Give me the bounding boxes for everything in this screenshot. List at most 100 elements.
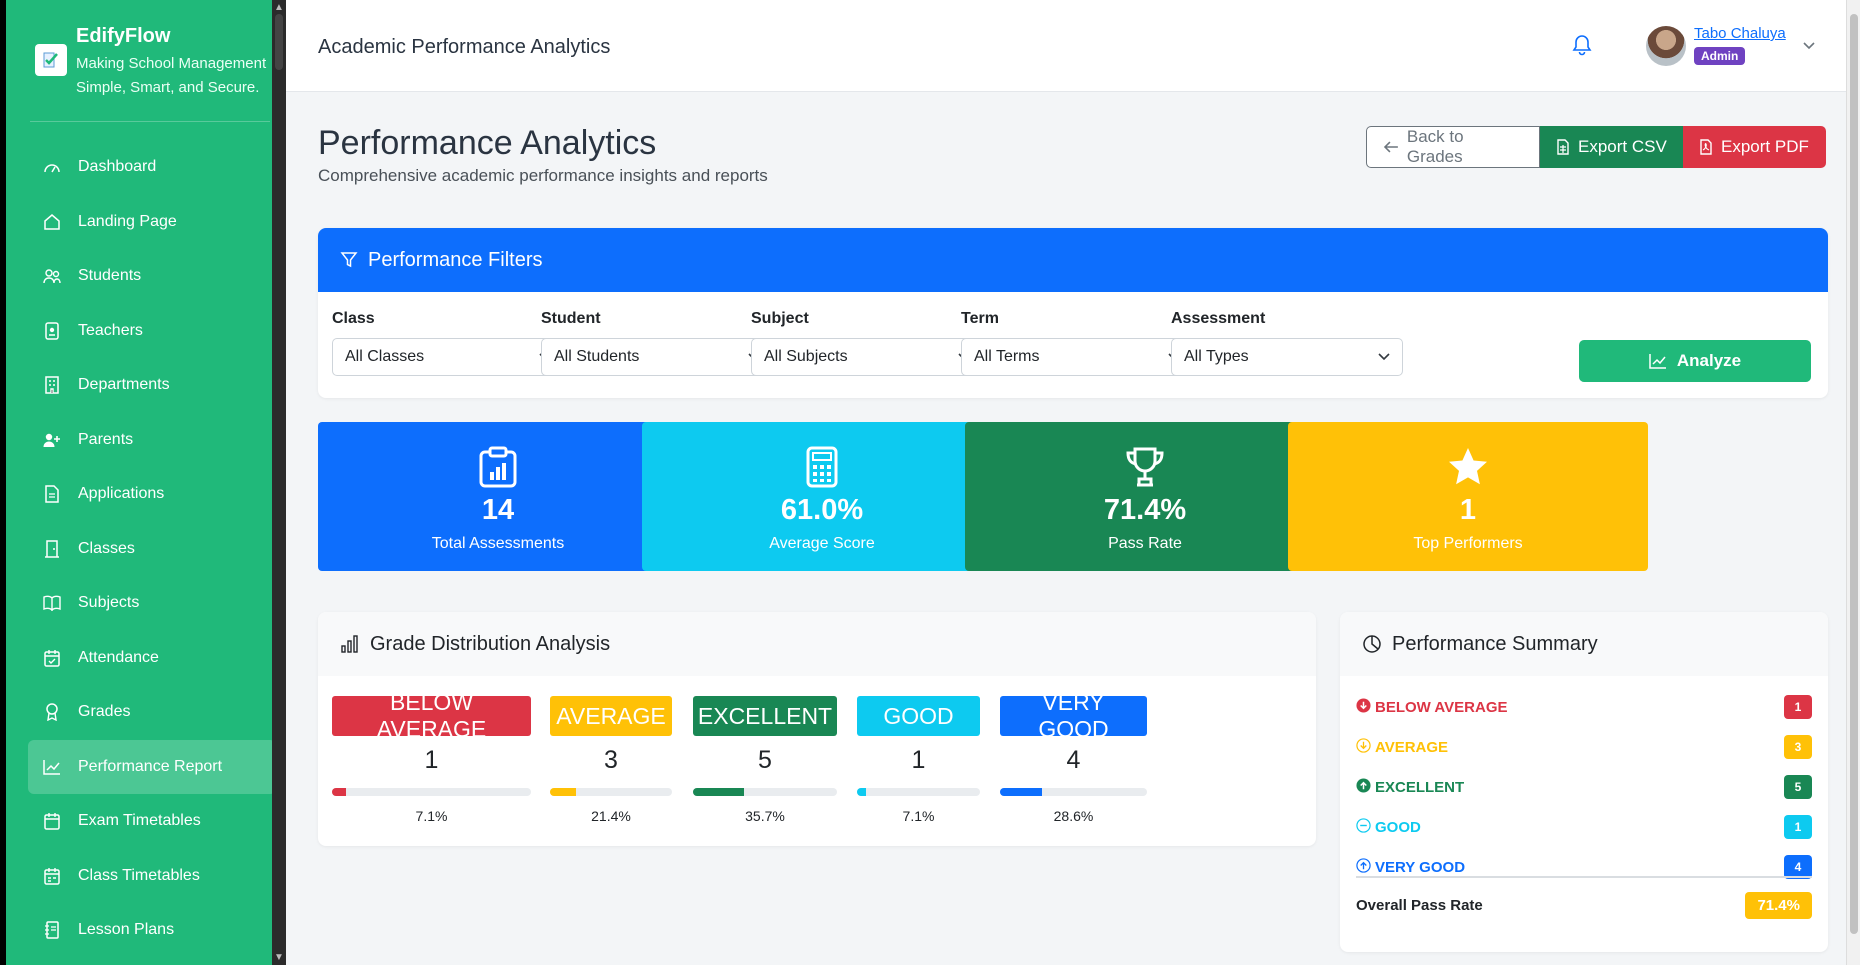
grade-percentage: 21.4% [591, 808, 631, 824]
arrow-up-circle-icon [1356, 777, 1375, 797]
grade-count: 4 [1066, 746, 1081, 774]
bell-icon[interactable] [1572, 34, 1592, 61]
summary-row-label: BELOW AVERAGE [1375, 698, 1508, 716]
summary-row-average: AVERAGE 3 [1356, 734, 1812, 760]
sidebar-item-teachers[interactable]: Teachers [28, 304, 276, 359]
sidebar-item-label: Performance Report [78, 757, 223, 775]
book-icon [42, 593, 62, 613]
user-plus-icon [42, 430, 62, 450]
overall-pass-rate-label: Overall Pass Rate [1356, 897, 1483, 914]
user-name-link[interactable]: Tabo Chaluya [1694, 25, 1786, 42]
filters-heading: Performance Filters [368, 248, 543, 271]
sidebar-item-parents[interactable]: Parents [28, 413, 276, 468]
grade-count: 3 [604, 746, 618, 774]
grade-progress-fill [332, 788, 347, 796]
class-select[interactable]: All Classes [332, 338, 564, 376]
summary-row-count: 1 [1784, 815, 1812, 839]
export-csv-button[interactable]: Export CSV [1540, 126, 1683, 168]
award-icon [42, 702, 62, 722]
student-select-value: All Students [554, 348, 640, 365]
subject-select-value: All Subjects [764, 348, 848, 365]
analyze-label: Analyze [1676, 351, 1742, 370]
sidebar-item-grades[interactable]: Grades [28, 685, 276, 740]
sidebar-item-attendance[interactable]: Attendance [28, 631, 276, 686]
summary-row-count: 5 [1784, 775, 1812, 799]
grade-percentage: 7.1% [902, 808, 935, 824]
avatar[interactable] [1646, 26, 1686, 66]
sidebar-item-label: Dashboard [78, 158, 157, 176]
analyze-button[interactable]: Analyze [1579, 340, 1811, 382]
stat-label: Pass Rate [1108, 535, 1182, 552]
student-filter-label: Student [541, 310, 601, 327]
sidebar-item-exam-timetables[interactable]: Exam Timetables [28, 794, 276, 849]
assessment-select[interactable]: All Types [1171, 338, 1403, 376]
subject-select[interactable]: All Subjects [751, 338, 983, 376]
page-scrollbar[interactable] [1846, 0, 1860, 965]
student-select[interactable]: All Students [541, 338, 773, 376]
summary-row-label: EXCELLENT [1375, 778, 1465, 796]
grade-percentage: 7.1% [415, 808, 448, 824]
back-to-grades-button[interactable]: Back to Grades [1366, 126, 1540, 168]
sidebar-item-dashboard[interactable]: Dashboard [28, 140, 276, 195]
stat-label: Total Assessments [431, 535, 565, 552]
calculator-icon [642, 446, 1002, 488]
sidebar-item-departments[interactable]: Departments [28, 358, 276, 413]
export-pdf-button[interactable]: Export PDF [1683, 126, 1826, 168]
sidebar-item-label: Lesson Plans [78, 921, 175, 939]
bar-chart-icon [341, 635, 358, 653]
grade-progress-fill [550, 788, 577, 796]
overall-pass-rate: Overall Pass Rate 71.4% [1356, 892, 1812, 919]
subject-filter-label: Subject [751, 310, 809, 327]
back-button-label: Back to Grades [1406, 127, 1464, 166]
page-subtitle: Comprehensive academic performance insig… [318, 166, 768, 185]
sidebar-item-label: Grades [78, 703, 131, 721]
grade-distribution-card: Grade Distribution Analysis BELOW AVERAG… [318, 612, 1316, 846]
class-filter: Class All Classes [332, 310, 564, 376]
scroll-up-icon[interactable]: ▲ [274, 2, 284, 13]
scroll-thumb[interactable] [275, 14, 283, 70]
chevron-down-icon[interactable] [1802, 38, 1816, 56]
sidebar-item-students[interactable]: Students [28, 249, 276, 304]
stat-label: Top Performers [1413, 535, 1523, 552]
sidebar-item-label: Applications [78, 485, 165, 503]
sidebar-item-subjects[interactable]: Subjects [28, 576, 276, 631]
stat-value: 1 [1459, 494, 1477, 526]
sidebar-item-performance-report[interactable]: Performance Report [28, 739, 276, 794]
term-select[interactable]: All Terms [961, 338, 1193, 376]
sidebar-scrollbar[interactable]: ▲ ▼ [272, 0, 286, 965]
id-badge-icon [42, 321, 62, 341]
summary-row-count: 1 [1784, 695, 1812, 719]
sidebar-item-class-timetables[interactable]: Class Timetables [28, 849, 276, 904]
sidebar-item-lesson-plans[interactable]: Lesson Plans [28, 903, 276, 958]
export-pdf-label: Export PDF [1721, 137, 1809, 156]
grade-distribution-heading: Grade Distribution Analysis [370, 632, 611, 655]
summary-row-below-average: BELOW AVERAGE 1 [1356, 694, 1812, 720]
summary-row-label: AVERAGE [1375, 738, 1449, 756]
chart-line-icon [1649, 354, 1666, 369]
sidebar-item-applications[interactable]: Applications [28, 467, 276, 522]
term-select-value: All Terms [974, 348, 1040, 365]
stat-card-top-performers: 1 Top Performers [1288, 422, 1648, 571]
grade-progress-fill [693, 788, 745, 796]
stat-value: 71.4% [1103, 494, 1187, 526]
divider [1356, 876, 1812, 878]
stat-card-average-score: 61.0% Average Score [642, 422, 1002, 571]
arrow-down-circle-outline-icon [1356, 737, 1375, 757]
sidebar-item-classes[interactable]: Classes [28, 522, 276, 577]
summary-row-label: GOOD [1375, 818, 1421, 836]
file-spreadsheet-icon [1557, 139, 1569, 155]
grade-progress-fill [1000, 788, 1043, 796]
overall-pass-rate-badge: 71.4% [1745, 892, 1812, 919]
scroll-thumb[interactable] [1850, 14, 1858, 934]
assessment-select-value: All Types [1184, 348, 1249, 365]
calendar-icon [42, 811, 62, 831]
home-icon [42, 212, 62, 232]
summary-row-count: 3 [1784, 735, 1812, 759]
chevron-down-icon [1378, 348, 1390, 366]
page-title: Performance Analytics [318, 124, 657, 162]
door-icon [42, 539, 62, 559]
scroll-down-icon[interactable]: ▼ [274, 952, 284, 963]
sidebar-item-landing-page[interactable]: Landing Page [28, 195, 276, 250]
grade-badge: EXCELLENT [693, 696, 837, 736]
sidebar-item-label: Parents [78, 430, 134, 448]
